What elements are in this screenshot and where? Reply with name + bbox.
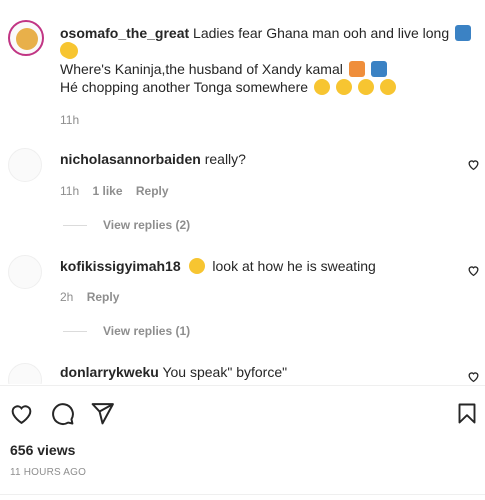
comment-username[interactable]: kofikissigyimah18 xyxy=(60,258,181,274)
comment-username[interactable]: nicholasannorbaiden xyxy=(60,151,201,167)
post-timestamp[interactable]: 11 HOURS AGO xyxy=(10,467,86,478)
reply-button[interactable]: Reply xyxy=(136,184,169,198)
section-divider xyxy=(0,385,485,386)
comment-meta: 2h Reply xyxy=(60,290,119,304)
like-heart-icon[interactable] xyxy=(467,158,480,171)
caption-username[interactable]: osomafo_the_great xyxy=(60,25,189,41)
like-heart-icon[interactable] xyxy=(467,264,480,277)
comment-row: kofikissigyimah18 look at how he is swea… xyxy=(60,257,376,275)
avatar-image xyxy=(16,28,38,50)
caption-line-1-cont xyxy=(60,42,76,60)
comment-row: donlarrykweku You speak" byforce" xyxy=(60,363,287,381)
person-emoji-icon xyxy=(455,25,472,41)
comment-likes[interactable]: 1 like xyxy=(92,184,122,198)
comment-time[interactable]: 11h xyxy=(60,184,79,198)
caption-text-2: Where's Kaninja,the husband of Xandy kam… xyxy=(60,61,343,77)
replies-divider xyxy=(63,225,87,226)
view-replies-button[interactable]: View replies (1) xyxy=(103,324,190,338)
comment-avatar[interactable] xyxy=(8,363,42,384)
share-paper-plane-icon[interactable] xyxy=(90,401,115,426)
comment-avatar[interactable] xyxy=(8,255,42,289)
like-heart-icon[interactable] xyxy=(9,401,34,426)
comment-text: look at how he is sweating xyxy=(212,258,376,274)
running-man-emoji-icon xyxy=(348,61,365,77)
laughing-cat-emoji-icon xyxy=(357,79,374,95)
comment-username[interactable]: donlarrykweku xyxy=(60,364,159,380)
replies-divider xyxy=(63,331,87,332)
caption-text-3: Hé chopping another Tonga somewhere xyxy=(60,79,309,95)
comment-avatar[interactable] xyxy=(8,148,42,182)
comment-text: really? xyxy=(204,151,246,167)
bottom-divider xyxy=(0,494,485,495)
laughing-cat-emoji-icon xyxy=(379,79,396,95)
star-struck-emoji-icon xyxy=(188,258,205,274)
tongue-face-emoji-icon xyxy=(60,42,76,58)
comment-row: nicholasannorbaiden really? xyxy=(60,150,246,168)
caption-line-2: Where's Kaninja,the husband of Xandy kam… xyxy=(60,60,387,78)
caption-time[interactable]: 11h xyxy=(60,113,79,127)
reply-button[interactable]: Reply xyxy=(87,290,120,304)
comment-clip: donlarrykweku You speak" byforce" xyxy=(0,355,485,384)
views-count[interactable]: 656 views xyxy=(10,442,75,458)
comment-bubble-icon[interactable] xyxy=(50,401,75,426)
like-heart-icon[interactable] xyxy=(467,370,480,383)
comment-text: You speak" byforce" xyxy=(162,364,288,380)
comment-meta: 11h 1 like Reply xyxy=(60,184,169,198)
laughing-cat-emoji-icon xyxy=(313,79,330,95)
caption-avatar[interactable] xyxy=(8,20,44,56)
running-woman-emoji-icon xyxy=(370,61,387,77)
caption-line-1: osomafo_the_great Ladies fear Ghana man … xyxy=(60,24,475,60)
caption-line-3: Hé chopping another Tonga somewhere xyxy=(60,78,396,96)
comment-time[interactable]: 2h xyxy=(60,290,73,304)
caption-text-1: Ladies fear Ghana man ooh and live long xyxy=(193,25,450,41)
view-replies-button[interactable]: View replies (2) xyxy=(103,218,190,232)
laughing-cat-emoji-icon xyxy=(335,79,352,95)
save-bookmark-icon[interactable] xyxy=(455,401,479,426)
